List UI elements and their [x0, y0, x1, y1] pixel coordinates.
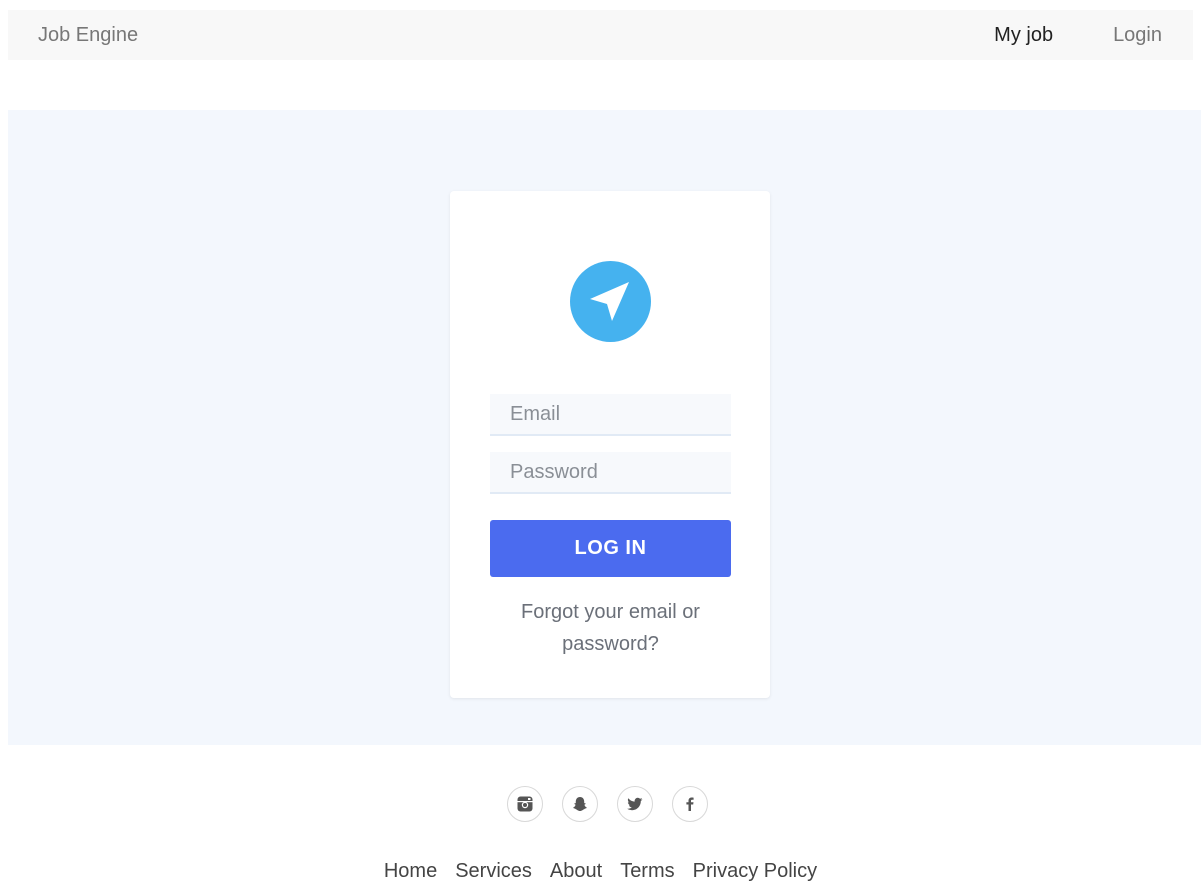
footer-link-privacy-policy[interactable]: Privacy Policy	[693, 860, 817, 883]
twitter-icon[interactable]	[617, 786, 653, 822]
facebook-icon[interactable]	[672, 786, 708, 822]
footer-link-services[interactable]: Services	[455, 860, 532, 883]
nav-links: My job Login	[994, 24, 1162, 47]
footer-link-home[interactable]: Home	[384, 860, 437, 883]
forgot-credentials-link[interactable]: Forgot your email or password?	[490, 596, 731, 660]
social-links	[507, 786, 708, 822]
nav-link-my-job[interactable]: My job	[994, 24, 1053, 47]
password-input[interactable]	[490, 452, 731, 494]
snapchat-icon[interactable]	[562, 786, 598, 822]
login-section: LOG IN Forgot your email or password?	[8, 110, 1201, 745]
footer-link-about[interactable]: About	[550, 860, 602, 883]
nav-link-login[interactable]: Login	[1113, 24, 1162, 47]
top-navbar: Job Engine My job Login	[8, 10, 1193, 60]
login-card: LOG IN Forgot your email or password?	[450, 191, 770, 698]
navigation-arrow-icon	[570, 261, 651, 342]
footer-links: Home Services About Terms Privacy Policy	[0, 860, 1201, 883]
footer-link-terms[interactable]: Terms	[620, 860, 674, 883]
brand-link[interactable]: Job Engine	[38, 24, 138, 47]
instagram-icon[interactable]	[507, 786, 543, 822]
login-button[interactable]: LOG IN	[490, 520, 731, 577]
email-input[interactable]	[490, 394, 731, 436]
